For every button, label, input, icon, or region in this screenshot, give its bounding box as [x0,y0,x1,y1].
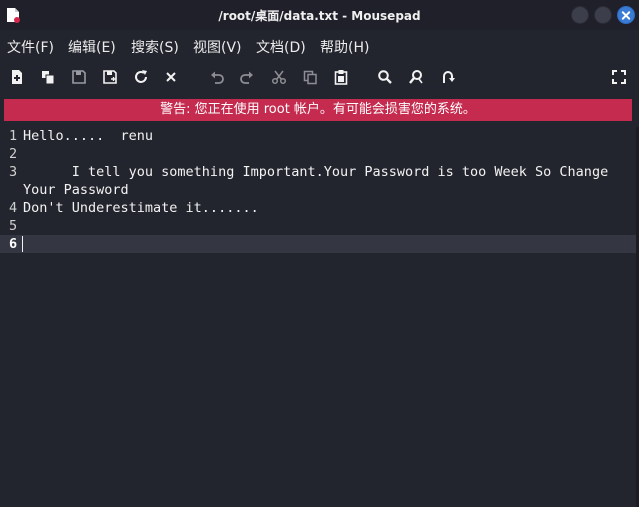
editor-line: 2 [0,145,636,163]
current-line: 6 [0,235,636,253]
paste-icon[interactable] [330,66,352,88]
title-bar: /root/桌面/data.txt - Mousepad [0,0,639,30]
line-text-wrapped[interactable]: Your Password [23,181,129,199]
editor-line: 1 Hello..... renu [0,127,636,145]
line-number: 2 [9,146,18,162]
menu-document[interactable]: 文档(D) [256,37,306,57]
toolbar [0,62,639,94]
line-number: 1 [9,128,18,144]
menu-help[interactable]: 帮助(H) [320,37,369,57]
menu-search[interactable]: 搜索(S) [131,37,179,57]
menu-edit[interactable]: 编辑(E) [68,37,116,57]
line-text[interactable]: Hello..... renu [23,127,153,145]
new-document-icon[interactable] [6,66,28,88]
cut-icon[interactable] [268,66,290,88]
root-warning-bar: 警告: 您正在使用 root 帐户。有可能会损害您的系统。 [4,99,632,121]
close-document-icon[interactable] [160,66,182,88]
close-window-button[interactable] [617,6,635,24]
editor-line: 5 [0,217,636,235]
editor-line: 4 Don't Underestimate it....... [0,199,636,217]
copy-icon[interactable] [299,66,321,88]
line-number: 3 [9,164,18,180]
redo-icon[interactable] [236,66,258,88]
line-number: 6 [9,236,18,252]
fullscreen-icon[interactable] [608,66,630,88]
line-text[interactable]: Don't Underestimate it....... [23,199,259,217]
find-icon[interactable] [374,66,396,88]
window-title: /root/桌面/data.txt - Mousepad [218,9,421,23]
editor-line: 3 I tell you something Important.Your Pa… [0,163,636,199]
save-as-icon[interactable] [99,66,121,88]
undo-icon[interactable] [206,66,228,88]
line-number: 4 [9,200,18,216]
minimize-button[interactable] [571,6,589,24]
line-text[interactable]: I tell you something Important.Your Pass… [23,163,608,181]
text-editor[interactable]: 1 Hello..... renu 2 3 I tell you somethi… [0,127,636,507]
menu-view[interactable]: 视图(V) [193,37,242,57]
menu-file[interactable]: 文件(F) [7,37,54,57]
save-icon[interactable] [68,66,90,88]
line-number: 5 [9,218,18,234]
text-cursor [22,236,23,252]
go-to-line-icon[interactable] [436,66,458,88]
maximize-button[interactable] [594,6,612,24]
reload-icon[interactable] [130,66,152,88]
menu-bar: 文件(F) 编辑(E) 搜索(S) 视图(V) 文档(D) 帮助(H) [0,31,639,59]
find-replace-icon[interactable] [405,66,427,88]
new-window-icon[interactable] [37,66,59,88]
